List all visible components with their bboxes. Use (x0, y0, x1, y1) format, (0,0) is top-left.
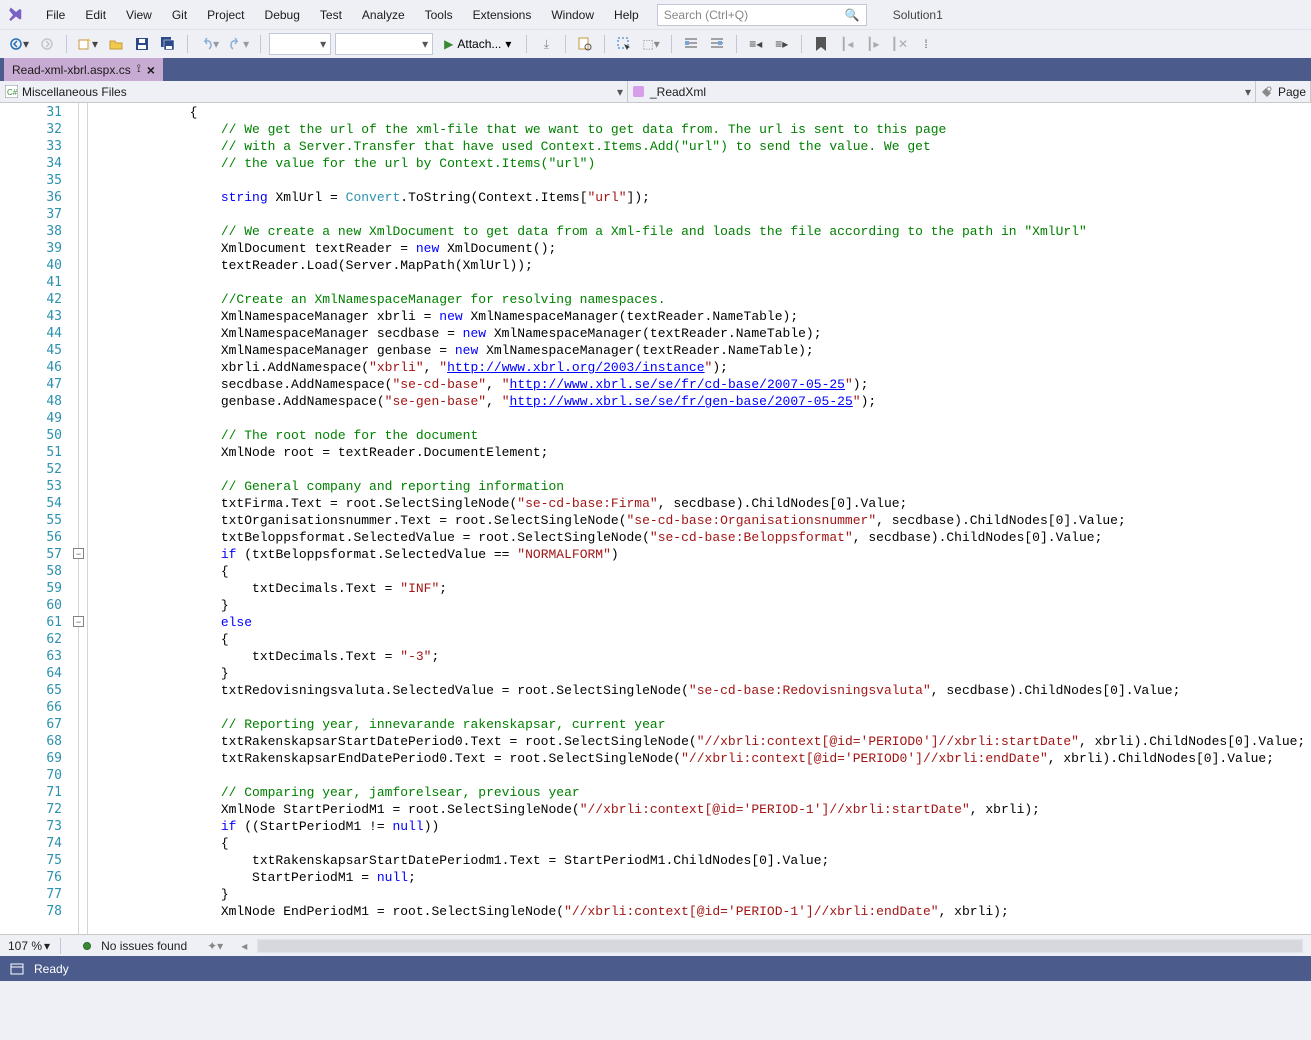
fold-toggle[interactable]: − (73, 616, 84, 627)
code-editor[interactable]: 3132333435363738394041424344454647484950… (0, 103, 1311, 934)
attach-label: Attach... (457, 37, 501, 51)
attach-button[interactable]: ▶ Attach...▾ (437, 33, 518, 55)
csharp-file-icon: C# (4, 85, 18, 99)
menu-git[interactable]: Git (162, 4, 197, 26)
issues-label: No issues found (101, 939, 187, 953)
outdent-button[interactable]: ≡◂ (745, 33, 767, 55)
menu-bar: FileEditViewGitProjectDebugTestAnalyzeTo… (0, 0, 1311, 29)
zoom-value: 107 % (8, 939, 42, 953)
health-indicator-icon[interactable]: ✦▾ (207, 939, 223, 953)
indent-less-button[interactable] (680, 33, 702, 55)
find-in-files-button[interactable] (574, 33, 596, 55)
open-button[interactable] (105, 33, 127, 55)
next-bookmark-button[interactable]: ┃▸ (862, 33, 884, 55)
code-nav-bar: C# Miscellaneous Files ▾ _ReadXml ▾ Page (0, 81, 1311, 103)
property-icon (1260, 85, 1274, 99)
scope-label: Miscellaneous Files (22, 85, 127, 99)
search-icon: 🔍 (845, 8, 860, 22)
svg-text:C#: C# (7, 88, 18, 97)
menu-file[interactable]: File (36, 4, 75, 26)
redo-button[interactable]: ▾ (226, 33, 252, 55)
output-pane-icon[interactable] (10, 962, 24, 976)
pin-icon[interactable]: ⟟ (137, 63, 141, 76)
config-combo[interactable]: ▾ (269, 33, 331, 55)
vs-logo-icon (6, 5, 26, 25)
menu-project[interactable]: Project (197, 4, 254, 26)
search-box[interactable]: Search (Ctrl+Q) 🔍 (657, 4, 867, 26)
nav-fwd-button[interactable] (36, 33, 58, 55)
menu-test[interactable]: Test (310, 4, 352, 26)
fold-toggle[interactable]: − (73, 548, 84, 559)
ok-status-icon (83, 942, 91, 950)
code-area[interactable]: { // We get the url of the xml-file that… (96, 103, 1311, 934)
solution-name[interactable]: Solution1 (885, 5, 951, 25)
method-icon (632, 85, 646, 99)
inspect-button[interactable]: ⬚▾ (639, 33, 662, 55)
platform-combo[interactable]: ▾ (335, 33, 433, 55)
chevron-down-icon: ▾ (44, 939, 50, 953)
file-tab-active[interactable]: Read-xml-xbrl.aspx.cs ⟟ × (4, 58, 163, 81)
page-label: Page (1278, 85, 1306, 99)
nav-back-button[interactable]: ▾ (6, 33, 32, 55)
new-item-button[interactable]: ▾ (75, 33, 101, 55)
undo-button[interactable]: ▾ (196, 33, 222, 55)
clear-bookmarks-button[interactable]: ┃✕ (888, 33, 911, 55)
indent-button[interactable]: ≡▸ (771, 33, 793, 55)
play-icon: ▶ (444, 37, 453, 51)
search-placeholder: Search (Ctrl+Q) (664, 8, 748, 22)
line-number-gutter: 3132333435363738394041424344454647484950… (0, 103, 70, 934)
menu-edit[interactable]: Edit (75, 4, 116, 26)
member-combo[interactable]: _ReadXml ▾ (628, 81, 1256, 102)
editor-status-strip: 107 % ▾ No issues found ✦▾ ◂ (0, 934, 1311, 956)
close-icon[interactable]: × (147, 62, 155, 78)
save-all-button[interactable] (157, 33, 179, 55)
page-combo[interactable]: Page (1256, 81, 1311, 102)
menu-analyze[interactable]: Analyze (352, 4, 415, 26)
tab-strip: Read-xml-xbrl.aspx.cs ⟟ × (0, 58, 1311, 81)
menu-window[interactable]: Window (541, 4, 604, 26)
toolbar-overflow-button[interactable]: ⁞ (915, 33, 937, 55)
horizontal-scrollbar[interactable] (257, 939, 1303, 953)
fold-column[interactable]: −− (70, 103, 96, 934)
file-tab-label: Read-xml-xbrl.aspx.cs (12, 63, 131, 77)
status-text: Ready (34, 962, 69, 976)
scroll-left-icon[interactable]: ◂ (241, 939, 247, 953)
toolbar: ▾ ▾ ▾ ▾ ▾ ▾ ▶ Attach...▾ ⤓ ⬚▾ ≡◂ ≡▸ ┃◂ ┃… (0, 29, 1311, 58)
member-label: _ReadXml (650, 85, 706, 99)
zoom-combo[interactable]: 107 % ▾ (8, 939, 50, 953)
bookmark-button[interactable] (810, 33, 832, 55)
menu-help[interactable]: Help (604, 4, 649, 26)
menu-extensions[interactable]: Extensions (463, 4, 542, 26)
status-bar: Ready (0, 956, 1311, 981)
menu-view[interactable]: View (116, 4, 162, 26)
menu-debug[interactable]: Debug (255, 4, 310, 26)
step-button[interactable]: ⤓ (535, 33, 557, 55)
scope-combo[interactable]: C# Miscellaneous Files ▾ (0, 81, 628, 102)
select-element-button[interactable] (613, 33, 635, 55)
indent-more-button[interactable] (706, 33, 728, 55)
prev-bookmark-button[interactable]: ┃◂ (836, 33, 858, 55)
menu-tools[interactable]: Tools (415, 4, 463, 26)
save-button[interactable] (131, 33, 153, 55)
